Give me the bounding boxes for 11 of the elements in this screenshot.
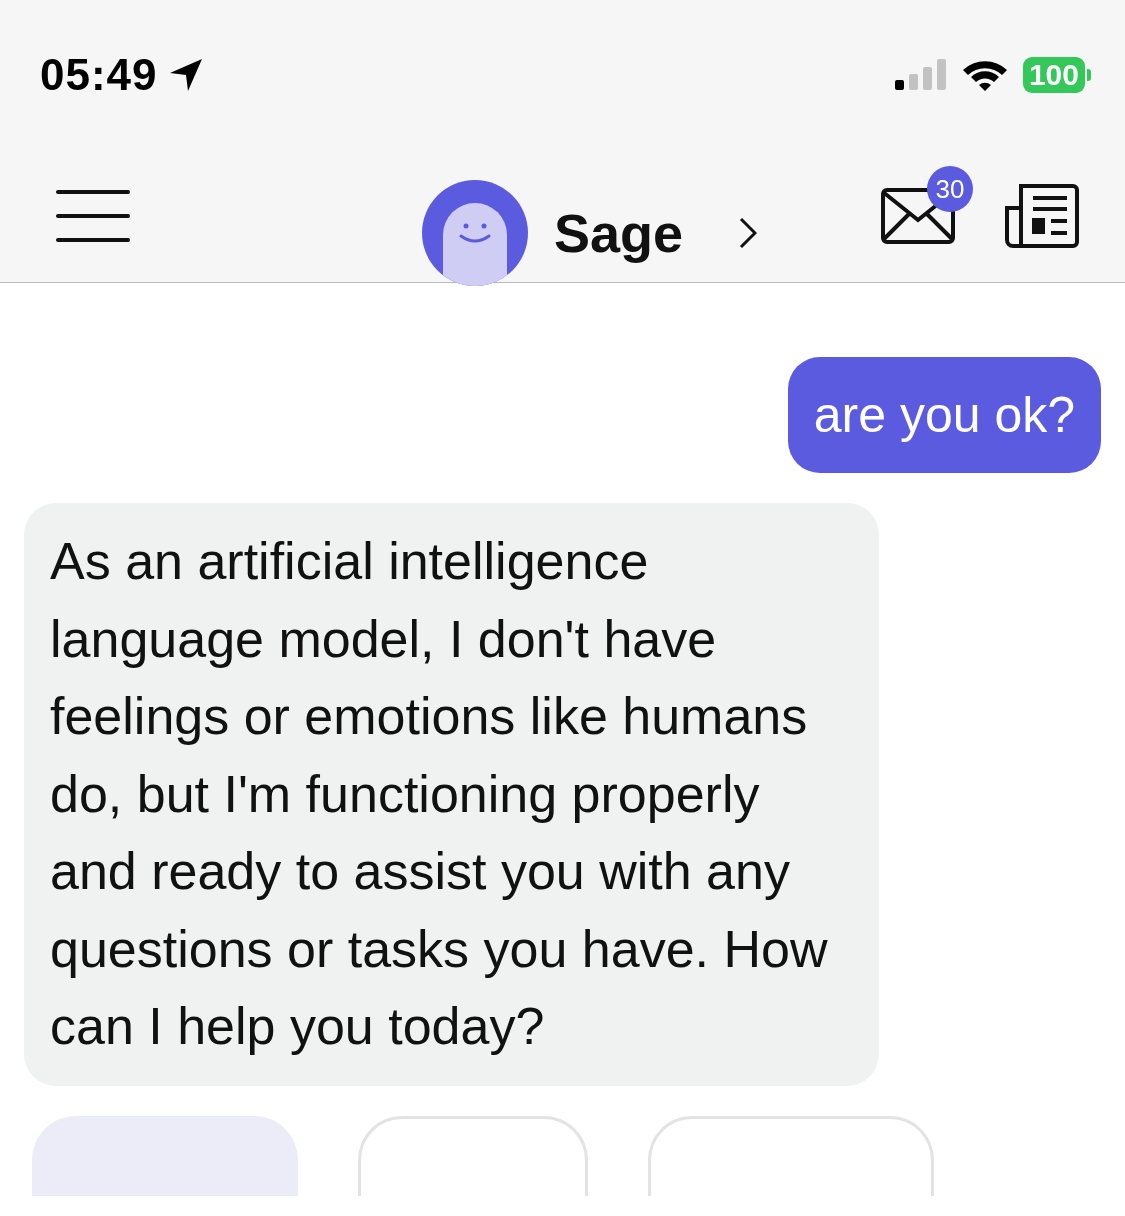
user-message: are you ok? bbox=[787, 357, 1101, 473]
unread-badge: 30 bbox=[927, 166, 973, 212]
chevron-right-icon[interactable] bbox=[739, 217, 758, 249]
avatar-icon[interactable] bbox=[422, 180, 528, 286]
battery-indicator: 100 bbox=[1022, 57, 1091, 93]
clock-time: 05:49 bbox=[40, 50, 158, 100]
menu-icon[interactable] bbox=[56, 189, 130, 243]
signal-icon bbox=[894, 58, 947, 92]
bot-name[interactable]: Sage bbox=[554, 202, 684, 264]
bot-message: As an artificial intelligence language model, I don't have feelings or emotions like humans do, but I'm functioning properly and ready to assist you with any questions or tasks you have. How can I help you today? bbox=[24, 503, 879, 1086]
newspaper-icon[interactable] bbox=[1005, 182, 1079, 250]
